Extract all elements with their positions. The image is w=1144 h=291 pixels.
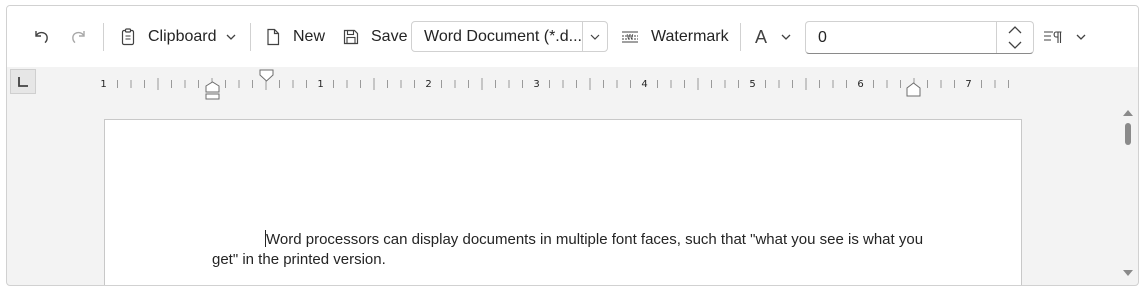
document-paragraph[interactable]: Word processors can display documents in… xyxy=(212,230,932,270)
ruler-number: 7 xyxy=(965,79,971,90)
ruler-number: 1 xyxy=(100,79,106,90)
chevron-down-icon xyxy=(1076,34,1086,40)
redo-button[interactable] xyxy=(69,19,95,55)
document-page[interactable]: Word processors can display documents in… xyxy=(104,119,1022,285)
spin-buttons xyxy=(996,22,1033,53)
horizontal-ruler[interactable]: 1 1 2 3 4 5 6 7 xyxy=(7,67,1138,101)
ruler-area: 1 1 2 3 4 5 6 7 xyxy=(7,67,1138,101)
watermark-label: Watermark xyxy=(651,28,729,45)
scrollbar-thumb[interactable] xyxy=(1125,123,1131,145)
right-indent-marker[interactable] xyxy=(906,82,921,97)
font-dropdown-button[interactable]: A xyxy=(755,19,793,55)
numeric-input[interactable]: 0 xyxy=(805,21,1034,54)
save-label: Save xyxy=(371,28,408,45)
paragraph-text: Word processors can display documents in… xyxy=(212,231,924,268)
ruler-number: 2 xyxy=(425,79,431,90)
paragraph-format-button[interactable] xyxy=(1042,19,1088,55)
scroll-down-arrow-icon[interactable] xyxy=(1123,270,1133,276)
ruler-number: 4 xyxy=(641,79,647,90)
new-label: New xyxy=(293,28,326,45)
vertical-scrollbar[interactable] xyxy=(1120,104,1136,284)
save-icon xyxy=(343,29,359,45)
first-line-indent-marker[interactable] xyxy=(259,69,274,82)
undo-icon xyxy=(35,31,48,44)
clipboard-button[interactable]: Clipboard xyxy=(118,19,238,55)
svg-text:W: W xyxy=(627,33,634,41)
ruler-number: 6 xyxy=(857,79,863,90)
paragraph-mark-icon xyxy=(1044,31,1062,43)
scroll-up-arrow-icon[interactable] xyxy=(1123,110,1133,116)
rich-text-editor: Clipboard New Save Word Document (*.d...… xyxy=(6,5,1139,286)
file-format-select[interactable]: Word Document (*.d... xyxy=(411,21,608,52)
font-icon: A xyxy=(755,26,768,47)
spin-arrows[interactable] xyxy=(997,22,1033,53)
new-document-icon xyxy=(267,28,280,46)
toolbar-separator xyxy=(103,23,104,51)
toolbar-separator xyxy=(250,23,251,51)
ruler-number: 1 xyxy=(317,79,323,90)
ruler-number: 5 xyxy=(749,79,755,90)
watermark-icon: W xyxy=(622,31,638,43)
redo-icon xyxy=(72,31,85,44)
chevron-down-icon xyxy=(781,34,791,40)
chevron-down-icon xyxy=(227,34,236,40)
chevron-down-icon xyxy=(590,34,600,40)
toolbar-separator xyxy=(740,23,741,51)
clipboard-icon xyxy=(121,28,135,46)
toolbar: Clipboard New Save Word Document (*.d...… xyxy=(7,6,1138,67)
left-indent-marker[interactable] xyxy=(205,93,220,100)
watermark-button[interactable]: W Watermark xyxy=(619,19,729,55)
save-button[interactable]: Save xyxy=(341,19,407,55)
new-button[interactable]: New xyxy=(263,19,325,55)
numeric-input-value: 0 xyxy=(818,29,827,46)
clipboard-label: Clipboard xyxy=(148,28,217,45)
undo-button[interactable] xyxy=(31,19,57,55)
file-format-value: Word Document (*.d... xyxy=(424,28,582,45)
file-format-dropdown-button[interactable] xyxy=(582,22,607,51)
ruler-number: 3 xyxy=(533,79,539,90)
hanging-indent-marker[interactable] xyxy=(205,81,220,93)
